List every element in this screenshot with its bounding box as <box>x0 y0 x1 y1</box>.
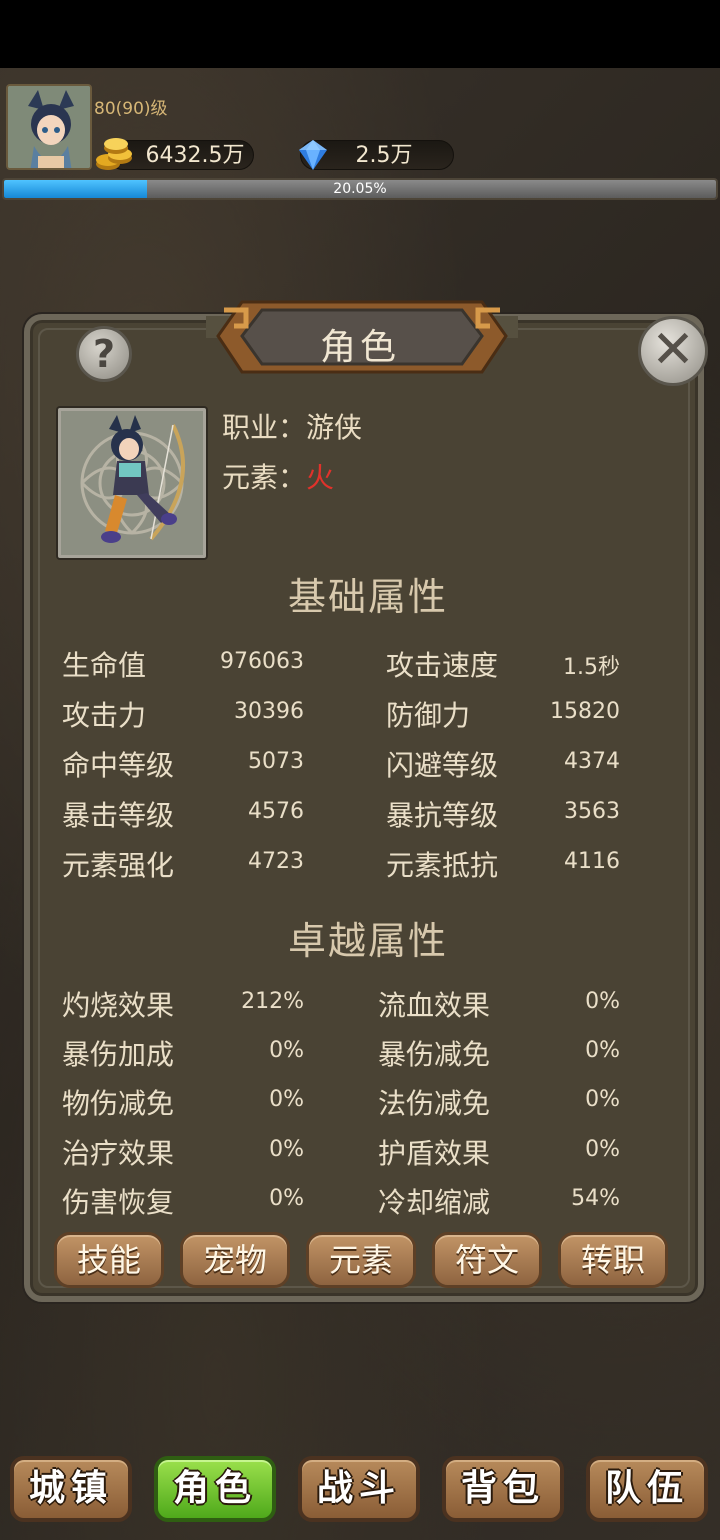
gem-amount: 2.5万 <box>355 143 413 168</box>
stat-value: 0% <box>585 989 620 1014</box>
player-header: 80(90)级 6432.5万 2.5万 <box>0 68 720 178</box>
experience-bar: 20.05% <box>2 178 718 200</box>
stat-label: 物伤减免 <box>62 1087 175 1120</box>
experience-percent: 20.05% <box>333 181 387 197</box>
stat-value: 0% <box>269 1137 304 1162</box>
diamond-icon <box>299 140 327 170</box>
stat-label: 防御力 <box>386 699 471 732</box>
close-button[interactable]: ✕ <box>638 316 708 386</box>
element-line: 元素：火 <box>222 456 334 496</box>
stat-label: 治疗效果 <box>62 1137 175 1170</box>
player-avatar[interactable] <box>6 84 92 170</box>
stat-label: 命中等级 <box>62 749 175 782</box>
stat-value: 0% <box>269 1087 304 1112</box>
advanced-attributes-title: 卓越属性 <box>287 919 448 963</box>
stat-label: 元素强化 <box>62 849 175 882</box>
stat-label: 元素抵抗 <box>386 849 499 882</box>
elements-button[interactable]: 元素 <box>306 1232 416 1288</box>
help-button[interactable]: ? <box>76 326 132 382</box>
stat-value: 54% <box>571 1186 620 1211</box>
stat-label: 灼烧效果 <box>62 989 175 1022</box>
basic-attributes-title: 基础属性 <box>287 575 448 619</box>
stat-label: 流血效果 <box>378 989 491 1022</box>
nav-backpack[interactable]: 背包 <box>442 1456 564 1522</box>
stat-value: 4576 <box>248 799 304 824</box>
class-change-button[interactable]: 转职 <box>558 1232 668 1288</box>
element-label: 元素： <box>222 461 307 494</box>
character-portrait <box>58 408 206 558</box>
stat-value: 976063 <box>220 649 304 674</box>
stat-value: 4374 <box>564 749 620 774</box>
status-bar <box>0 0 720 68</box>
stat-label: 暴伤减免 <box>378 1038 491 1071</box>
stat-value: 3563 <box>564 799 620 824</box>
job-line: 职业：游侠 <box>222 406 362 446</box>
stat-value: 0% <box>585 1038 620 1063</box>
nav-battle[interactable]: 战斗 <box>298 1456 420 1522</box>
pets-button[interactable]: 宠物 <box>180 1232 290 1288</box>
job-value: 游侠 <box>306 411 363 444</box>
stat-value: 0% <box>585 1137 620 1162</box>
stat-label: 暴击等级 <box>62 799 175 832</box>
stat-label: 暴抗等级 <box>386 799 499 832</box>
stat-value: 4116 <box>564 849 620 874</box>
nav-character[interactable]: 角色 <box>154 1456 276 1522</box>
nav-team[interactable]: 队伍 <box>586 1456 708 1522</box>
stat-value: 0% <box>269 1186 304 1211</box>
stat-label: 护盾效果 <box>378 1137 491 1170</box>
stat-value: 1.5秒 <box>563 655 620 680</box>
stat-value: 15820 <box>550 699 620 724</box>
stat-label: 攻击速度 <box>386 649 499 682</box>
stat-value: 212% <box>241 989 304 1014</box>
job-label: 职业： <box>222 411 307 444</box>
stat-label: 伤害恢复 <box>62 1186 175 1219</box>
stat-value: 5073 <box>248 749 304 774</box>
gold-coin-icon <box>96 138 132 170</box>
stat-label: 闪避等级 <box>386 749 499 782</box>
gold-amount: 6432.5万 <box>145 143 245 168</box>
stat-value: 30396 <box>234 699 304 724</box>
stat-label: 冷却缩减 <box>378 1186 491 1219</box>
stat-value: 4723 <box>248 849 304 874</box>
nav-town[interactable]: 城镇 <box>10 1456 132 1522</box>
stat-label: 攻击力 <box>62 699 147 732</box>
stat-value: 0% <box>585 1087 620 1112</box>
element-value: 火 <box>306 461 335 494</box>
player-level: 80(90)级 <box>94 99 168 119</box>
runes-button[interactable]: 符文 <box>432 1232 542 1288</box>
stat-label: 生命值 <box>62 649 147 682</box>
stat-label: 暴伤加成 <box>62 1038 175 1071</box>
stat-value: 0% <box>269 1038 304 1063</box>
skills-button[interactable]: 技能 <box>54 1232 164 1288</box>
stat-label: 法伤减免 <box>378 1087 491 1120</box>
